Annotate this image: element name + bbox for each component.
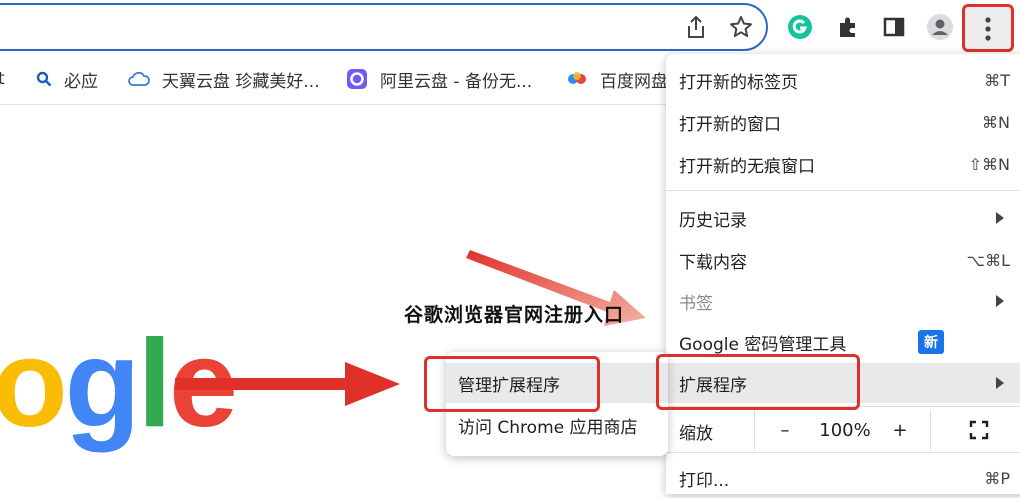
zoom-level: 100% xyxy=(819,419,871,441)
bookmark-item[interactable]: t xyxy=(0,54,5,104)
new-badge: 新 xyxy=(918,330,944,354)
bookmark-item[interactable]: 天翼云盘 珍藏美好... xyxy=(128,54,320,104)
search-icon xyxy=(36,71,52,87)
chevron-right-icon xyxy=(996,295,1004,307)
fullscreen-button[interactable] xyxy=(930,410,1020,450)
menu-item-incognito[interactable]: 打开新的无痕窗口 ⇧⌘N xyxy=(666,144,1020,184)
bookmark-label: 百度网盘 xyxy=(600,71,668,92)
google-logo: ogle xyxy=(0,315,238,453)
star-icon[interactable] xyxy=(727,13,755,41)
bookmark-label: 阿里云盘 - 备份无... xyxy=(380,71,533,92)
aliyun-icon xyxy=(346,68,368,90)
zoom-label: 缩放 xyxy=(679,424,713,444)
share-icon[interactable] xyxy=(682,13,710,41)
menu-item-print[interactable]: 打印... ⌘P xyxy=(666,458,1020,498)
sidepanel-icon[interactable] xyxy=(880,13,908,41)
menu-item-new-window[interactable]: 打开新的窗口 ⌘N xyxy=(666,102,1020,142)
google-logo-letter: l xyxy=(137,315,172,453)
menu-item-bookmarks[interactable]: 书签 xyxy=(666,281,1020,321)
google-logo-letter: o xyxy=(0,315,68,453)
profile-icon[interactable] xyxy=(926,13,954,41)
menu-button[interactable] xyxy=(962,4,1014,52)
highlight-extensions xyxy=(656,354,860,410)
cloud-icon xyxy=(128,71,150,87)
menu-divider xyxy=(666,452,1020,453)
google-logo-letter: e xyxy=(168,315,238,453)
menu-item-downloads[interactable]: 下载内容 ⌥⌘L xyxy=(666,240,1020,280)
watermark-text: 谷歌浏览器官网注册入口 xyxy=(404,304,625,326)
menu-zoom-row: 缩放 – 100% + xyxy=(666,410,1020,450)
bookmark-item[interactable]: 百度网盘 xyxy=(566,54,668,104)
address-bar[interactable] xyxy=(0,3,768,51)
zoom-in-button[interactable]: + xyxy=(876,410,924,450)
chevron-right-icon xyxy=(996,377,1004,389)
bookmark-label: t xyxy=(0,69,5,89)
chrome-main-menu: 打开新的标签页 ⌘T 打开新的窗口 ⌘N 打开新的无痕窗口 ⇧⌘N 历史记录 下… xyxy=(666,54,1020,494)
bookmark-label: 天翼云盘 珍藏美好... xyxy=(162,71,320,92)
menu-divider xyxy=(666,190,1020,191)
grammarly-icon[interactable] xyxy=(786,13,814,41)
chevron-right-icon xyxy=(996,212,1004,224)
google-logo-letter: g xyxy=(64,315,141,453)
bookmark-label: 必应 xyxy=(64,71,98,92)
browser-toolbar xyxy=(0,0,1020,54)
highlight-manage-extensions xyxy=(424,356,600,412)
menu-item-new-tab[interactable]: 打开新的标签页 ⌘T xyxy=(666,60,1020,100)
baidu-cloud-icon xyxy=(566,70,588,88)
fullscreen-icon xyxy=(969,420,989,440)
menu-item-history[interactable]: 历史记录 xyxy=(666,198,1020,238)
extensions-icon[interactable] xyxy=(834,13,862,41)
zoom-out-button[interactable]: – xyxy=(754,410,815,450)
menu-icon xyxy=(985,16,991,46)
bookmark-item[interactable]: 阿里云盘 - 备份无... xyxy=(346,54,532,104)
bookmark-item[interactable]: 必应 xyxy=(36,54,98,104)
